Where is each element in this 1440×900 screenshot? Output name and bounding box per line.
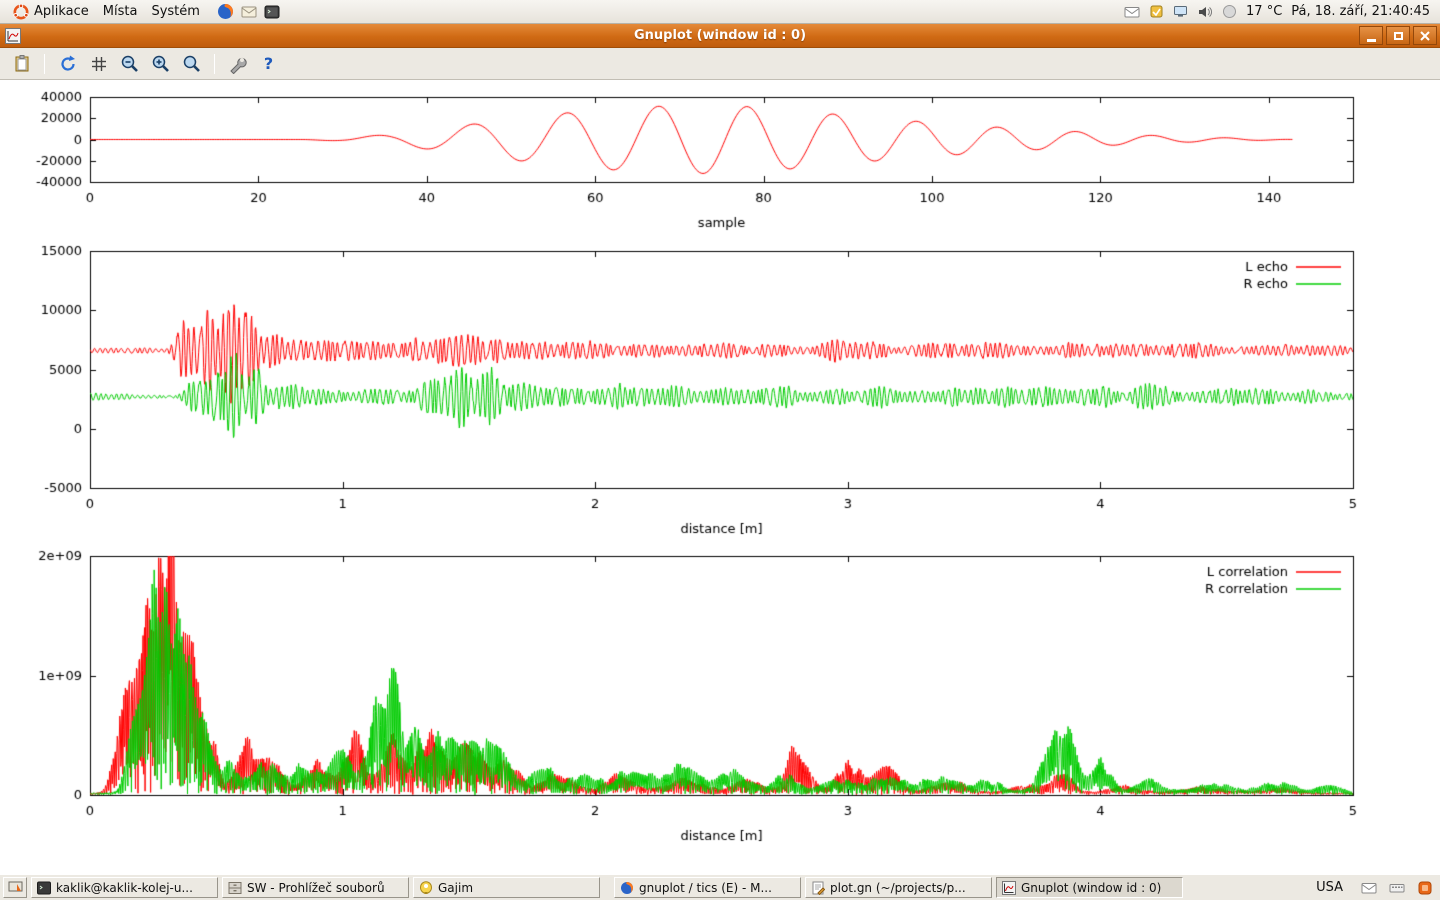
keyboard-tray-icon[interactable] [1389, 880, 1405, 896]
replot-button[interactable] [54, 51, 81, 77]
mail-notification-icon[interactable] [1124, 4, 1140, 20]
ubuntu-logo-icon [13, 4, 29, 20]
grid-icon [89, 54, 109, 74]
weather-temperature[interactable]: 17 °C [1246, 4, 1282, 19]
firefox-launcher-icon[interactable] [217, 3, 234, 20]
menu-places[interactable]: Místa [96, 2, 145, 21]
task-button-editor[interactable]: plot.gn (~/projects/p... [805, 877, 992, 898]
copy-clipboard-button[interactable] [8, 51, 35, 77]
zoom-previous-icon [120, 54, 140, 74]
menu-label-applications: Aplikace [34, 4, 89, 19]
close-button[interactable] [1413, 26, 1437, 45]
panel-launchers [217, 3, 280, 20]
task-button-label: Gajim [438, 881, 473, 895]
window-title: Gnuplot (window id : 0) [0, 28, 1440, 43]
menu-applications[interactable]: Aplikace [6, 2, 96, 22]
minimize-icon [1367, 39, 1376, 42]
gnuplot-toolbar: ? [0, 48, 1440, 80]
task-button-gajim[interactable]: Gajim [413, 877, 600, 898]
show-desktop-icon [8, 880, 23, 895]
file-manager-icon [228, 881, 242, 895]
menu-label-places: Místa [103, 4, 138, 19]
task-button-terminal[interactable]: kaklik@kaklik-kolej-u... [31, 877, 218, 898]
task-button-label: kaklik@kaklik-kolej-u... [56, 881, 193, 895]
mail-tray-icon[interactable] [1361, 880, 1377, 896]
task-button-file-manager[interactable]: SW - Prohlížeč souborů [222, 877, 409, 898]
help-button[interactable]: ? [255, 51, 282, 77]
zoom-out-button[interactable] [178, 51, 205, 77]
clock[interactable]: Pá, 18. září, 21:40:45 [1291, 4, 1430, 19]
zoom-in-icon [151, 54, 171, 74]
keyboard-layout-indicator[interactable]: USA [1310, 879, 1349, 896]
minimize-button[interactable] [1359, 26, 1383, 45]
update-notifier-icon[interactable] [1149, 4, 1164, 19]
clipboard-icon [12, 54, 32, 74]
maximize-button[interactable] [1386, 26, 1410, 45]
zoom-previous-button[interactable] [116, 51, 143, 77]
refresh-icon [58, 54, 78, 74]
zoom-in-button[interactable] [147, 51, 174, 77]
desktop: Aplikace Místa Systém [0, 0, 1440, 900]
task-button-label: plot.gn (~/projects/p... [830, 881, 966, 895]
terminal-launcher-icon[interactable] [264, 4, 280, 20]
wrench-icon [228, 54, 248, 74]
bottom-panel: kaklik@kaklik-kolej-u... SW - Prohlížeč … [0, 874, 1440, 900]
gnuplot-plot-area [0, 80, 1440, 874]
help-icon: ? [264, 54, 273, 73]
toolbar-separator [214, 54, 215, 74]
configure-button[interactable] [224, 51, 251, 77]
text-editor-icon [811, 881, 825, 895]
terminal-icon [37, 881, 51, 895]
gajim-icon [419, 881, 433, 895]
firefox-icon [620, 881, 634, 895]
toolbar-separator [44, 54, 45, 74]
menu-system[interactable]: Systém [144, 2, 206, 21]
task-button-gnuplot[interactable]: Gnuplot (window id : 0) [996, 877, 1183, 898]
close-icon [1420, 31, 1430, 41]
task-button-label: gnuplot / tics (E) - M... [639, 881, 772, 895]
window-buttons [1359, 26, 1437, 45]
maximize-icon [1394, 32, 1403, 40]
window-titlebar[interactable]: Gnuplot (window id : 0) [0, 24, 1440, 48]
task-button-label: Gnuplot (window id : 0) [1021, 881, 1161, 895]
task-button-browser[interactable]: gnuplot / tics (E) - M... [614, 877, 801, 898]
task-button-label: SW - Prohlížeč souborů [247, 881, 385, 895]
zoom-out-icon [182, 54, 202, 74]
taskbar-tray: USA [1310, 879, 1437, 896]
show-desktop-button[interactable] [3, 877, 27, 898]
gnuplot-plot-canvas[interactable] [0, 80, 1440, 874]
mail-launcher-icon[interactable] [241, 4, 257, 20]
weather-icon[interactable] [1222, 4, 1237, 19]
toggle-grid-button[interactable] [85, 51, 112, 77]
volume-icon[interactable] [1197, 4, 1213, 20]
menu-label-system: Systém [151, 4, 199, 19]
display-tray-icon[interactable] [1173, 4, 1188, 19]
tray-applet-icon[interactable] [1417, 880, 1433, 896]
top-panel: Aplikace Místa Systém [0, 0, 1440, 24]
gnuplot-icon [1002, 881, 1016, 895]
panel-tray: 17 °C Pá, 18. září, 21:40:45 [1124, 4, 1434, 20]
